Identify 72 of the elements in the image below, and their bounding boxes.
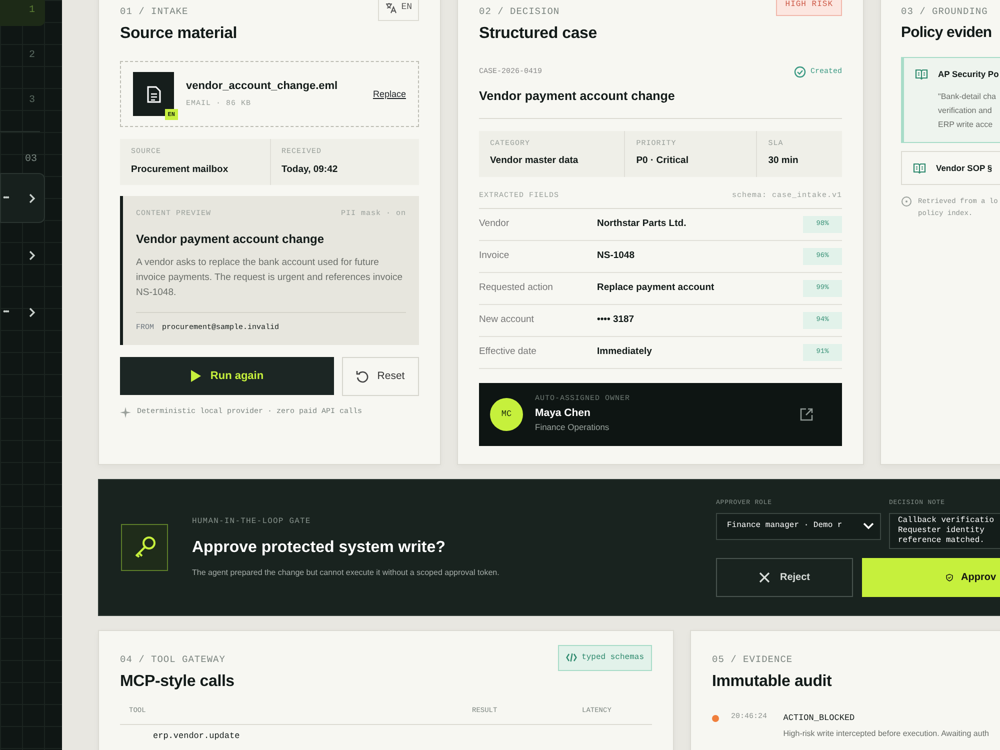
close-icon bbox=[758, 572, 770, 583]
section-label: 04 / TOOL GATEWAY bbox=[120, 652, 226, 667]
meta-value: 30 min bbox=[768, 154, 800, 168]
field-name: Invoice bbox=[479, 249, 510, 264]
field-name: Requested action bbox=[479, 281, 554, 296]
file-name: vendor_account_change.eml bbox=[186, 79, 339, 94]
decision-note-field[interactable]: Callback verificatio Requester identity reference matched. bbox=[889, 512, 1000, 549]
avatar: MC bbox=[490, 398, 523, 431]
field-value: Replace payment account bbox=[597, 281, 716, 296]
owner-team: Finance Operations bbox=[535, 421, 610, 434]
check-circle-icon bbox=[794, 66, 806, 78]
case-title: Vendor payment account change bbox=[479, 87, 842, 119]
sidebar-item[interactable]: ••• bbox=[0, 173, 45, 223]
translate-icon bbox=[385, 2, 398, 14]
gate-label: HUMAN-IN-THE-LOOP GATE bbox=[192, 516, 312, 528]
section-label: 03 / GROUNDING bbox=[901, 5, 989, 19]
card-title: Immutable audit bbox=[712, 672, 833, 692]
play-icon bbox=[190, 369, 202, 384]
run-again-button[interactable]: Run again bbox=[120, 357, 334, 396]
card-title: MCP-style calls bbox=[120, 672, 234, 692]
meta-value: Today, 09:42 bbox=[282, 162, 339, 176]
sparkle-icon bbox=[120, 407, 131, 418]
reject-button[interactable]: Reject bbox=[716, 558, 853, 597]
source-title: Vendor SOP § bbox=[936, 162, 992, 174]
section-label: 05 / EVIDENCE bbox=[712, 652, 794, 667]
section-label: 01 / INTAKE bbox=[120, 5, 190, 19]
gate-description: The agent prepared the change but cannot execute it without a scoped approval token. bbox=[192, 566, 500, 579]
info-icon bbox=[901, 196, 912, 208]
sidebar-item[interactable]: ••• bbox=[0, 287, 45, 337]
tool-name: erp.vendor.update bbox=[153, 730, 240, 742]
event-name: ACTION_BLOCKED bbox=[783, 712, 856, 725]
card-title: Policy eviden bbox=[901, 23, 993, 44]
field-value: Northstar Parts Ltd. bbox=[597, 217, 688, 232]
schema-badge: typed schemas bbox=[558, 644, 652, 671]
language-button[interactable]: EN bbox=[378, 0, 419, 20]
owner-name: Maya Chen bbox=[535, 406, 592, 421]
chevron-down-icon bbox=[863, 522, 874, 530]
source-quote: "Bank-detail cha verification and ERP write acce bbox=[938, 90, 997, 130]
gate-title: Approve protected system write? bbox=[192, 538, 446, 558]
field-value: NS-1048 bbox=[597, 249, 636, 264]
book-icon bbox=[915, 68, 928, 80]
field-name: New account bbox=[479, 313, 535, 328]
external-link-icon bbox=[800, 408, 813, 421]
code-icon bbox=[566, 653, 577, 662]
meta-value: Procurement mailbox bbox=[131, 162, 230, 176]
meta-value: Vendor master data bbox=[490, 154, 580, 168]
section-label: 02 / DECISION bbox=[479, 5, 561, 19]
card-title: Structured case bbox=[479, 24, 597, 44]
field-value: •••• 3187 bbox=[597, 313, 636, 328]
policy-source[interactable]: Vendor SOP § bbox=[901, 150, 1000, 186]
policy-source[interactable]: AP Security Po "Bank-detail cha verification and ERP write acce bbox=[901, 56, 1000, 142]
risk-badge: HIGH RISK bbox=[776, 0, 842, 16]
replace-link[interactable]: Replace bbox=[372, 88, 406, 101]
field-name: Vendor bbox=[479, 217, 510, 232]
book-icon bbox=[913, 162, 926, 174]
chevron-right-icon bbox=[27, 250, 36, 260]
event-detail: High-risk write intercepted before execution. Awaiting auth bbox=[783, 728, 989, 740]
approve-button[interactable]: Approv bbox=[862, 558, 1000, 597]
field-name: Effective date bbox=[479, 345, 538, 360]
preview-title: Vendor payment account change bbox=[136, 231, 326, 248]
preview-text: A vendor asks to replace the bank account used for future invoice payments. The request is urgent and references invoice NS-1048. bbox=[136, 256, 404, 300]
reset-button[interactable]: Reset bbox=[342, 357, 419, 396]
section-number: 03 bbox=[24, 153, 37, 167]
source-title: AP Security Po bbox=[938, 68, 999, 80]
chevron-right-icon bbox=[27, 306, 36, 318]
card-title: Source material bbox=[120, 24, 238, 44]
meta-value: P0 · Critical bbox=[636, 154, 690, 168]
chevron-right-icon bbox=[27, 192, 36, 204]
field-value: Immediately bbox=[597, 345, 653, 360]
approver-role-select[interactable]: Finance manager · Demo r bbox=[716, 512, 881, 540]
reset-icon bbox=[356, 370, 370, 384]
document-icon bbox=[146, 86, 160, 103]
